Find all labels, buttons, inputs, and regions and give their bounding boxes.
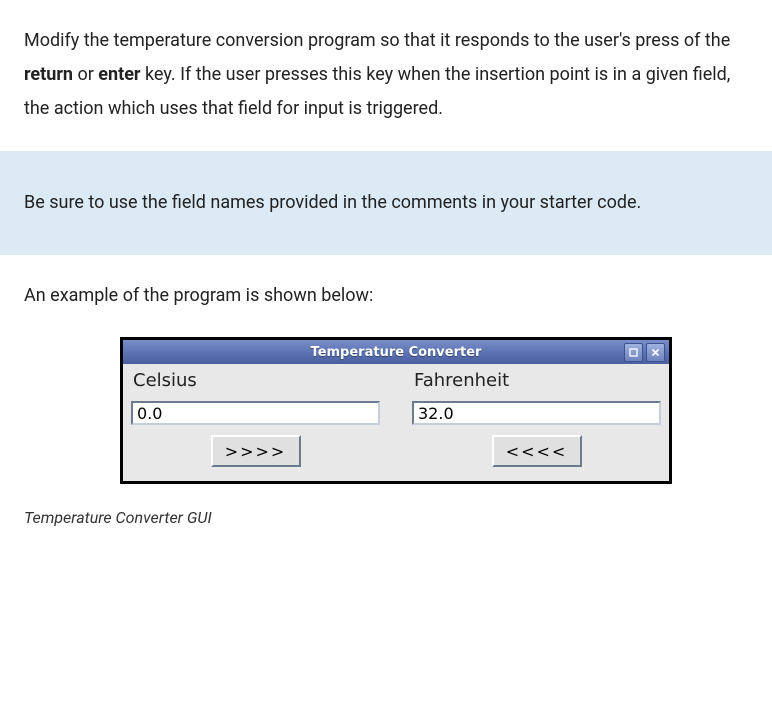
- keyword-enter: enter: [98, 64, 140, 85]
- example-intro: An example of the program is shown below…: [24, 279, 748, 313]
- to-fahrenheit-row: >>>>: [131, 435, 380, 467]
- to-celsius-button[interactable]: <<<<: [492, 435, 582, 467]
- celsius-input[interactable]: [131, 401, 380, 425]
- note-text: Be sure to use the field names provided …: [24, 192, 641, 213]
- instruction-paragraph: Modify the temperature conversion progra…: [24, 24, 748, 127]
- minimize-button[interactable]: [624, 343, 643, 362]
- instruction-text-pre: Modify the temperature conversion progra…: [24, 30, 730, 51]
- window-buttons: [624, 343, 665, 362]
- figure-caption: Temperature Converter GUI: [24, 508, 748, 527]
- keyword-return: return: [24, 64, 73, 85]
- screenshot-frame: Temperature Converter Celsius Fahrenheit…: [120, 337, 748, 484]
- fahrenheit-input[interactable]: [412, 401, 661, 425]
- titlebar: Temperature Converter: [123, 340, 669, 364]
- instruction-text-mid: or: [73, 64, 98, 85]
- close-button[interactable]: [646, 343, 665, 362]
- to-fahrenheit-button[interactable]: >>>>: [211, 435, 301, 467]
- client-area: Celsius Fahrenheit >>>> <<<<: [123, 364, 669, 481]
- window-title: Temperature Converter: [123, 345, 669, 360]
- app-window: Temperature Converter Celsius Fahrenheit…: [120, 337, 672, 484]
- celsius-label: Celsius: [131, 370, 380, 391]
- note-box: Be sure to use the field names provided …: [0, 151, 772, 255]
- to-celsius-row: <<<<: [412, 435, 661, 467]
- fahrenheit-label: Fahrenheit: [412, 370, 661, 391]
